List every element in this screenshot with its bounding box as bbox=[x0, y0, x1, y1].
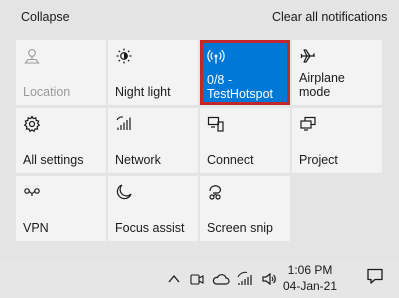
tile-location[interactable]: Location bbox=[16, 40, 106, 105]
tile-mobile-hotspot-label: 0/8 - TestHotspot bbox=[207, 73, 286, 101]
location-icon bbox=[22, 46, 42, 66]
taskbar: 1:06 PM 04-Jan-21 bbox=[0, 259, 399, 298]
action-center-icon bbox=[366, 267, 384, 290]
tile-screen-snip[interactable]: Screen snip bbox=[200, 176, 290, 241]
quick-actions-grid: Location Night light 0/8 - TestHotspot A… bbox=[16, 40, 382, 241]
taskbar-clock[interactable]: 1:06 PM 04-Jan-21 bbox=[282, 262, 338, 294]
tile-project-label: Project bbox=[299, 153, 338, 167]
action-center-panel: Collapse Clear all notifications Locatio… bbox=[0, 0, 399, 259]
tile-connect[interactable]: Connect bbox=[200, 108, 290, 173]
clock-date: 04-Jan-21 bbox=[282, 279, 338, 293]
tile-vpn-label: VPN bbox=[23, 221, 49, 235]
screen-snip-icon bbox=[206, 182, 226, 202]
hotspot-network-name: TestHotspot bbox=[207, 87, 274, 101]
tile-project[interactable]: Project bbox=[292, 108, 382, 173]
tile-network[interactable]: Network bbox=[108, 108, 198, 173]
tile-airplane-mode-label: Airplane mode bbox=[299, 71, 345, 99]
hotspot-icon bbox=[206, 46, 226, 66]
tile-mobile-hotspot[interactable]: 0/8 - TestHotspot bbox=[200, 40, 290, 105]
collapse-link[interactable]: Collapse bbox=[21, 10, 70, 24]
vpn-icon bbox=[22, 182, 42, 202]
tile-vpn[interactable]: VPN bbox=[16, 176, 106, 241]
tile-all-settings[interactable]: All settings bbox=[16, 108, 106, 173]
action-center-button[interactable] bbox=[350, 259, 399, 298]
moon-icon bbox=[114, 182, 134, 202]
tile-focus-assist[interactable]: Focus assist bbox=[108, 176, 198, 241]
wifi-icon[interactable] bbox=[236, 269, 256, 289]
airplane-icon bbox=[298, 46, 318, 66]
chevron-up-icon[interactable] bbox=[164, 269, 184, 289]
night-light-icon bbox=[114, 46, 134, 66]
onedrive-cloud-icon[interactable] bbox=[211, 269, 231, 289]
clear-all-notifications-link[interactable]: Clear all notifications bbox=[272, 10, 387, 24]
connect-icon bbox=[206, 114, 226, 134]
gear-icon bbox=[22, 114, 42, 134]
tile-night-light[interactable]: Night light bbox=[108, 40, 198, 105]
project-icon bbox=[298, 114, 318, 134]
tile-connect-label: Connect bbox=[207, 153, 254, 167]
volume-icon[interactable] bbox=[259, 269, 279, 289]
tile-focus-assist-label: Focus assist bbox=[115, 221, 185, 235]
tile-airplane-mode[interactable]: Airplane mode bbox=[292, 40, 382, 105]
tile-all-settings-label: All settings bbox=[23, 153, 84, 167]
meet-now-icon[interactable] bbox=[187, 269, 207, 289]
clock-time: 1:06 PM bbox=[287, 263, 333, 277]
tile-night-light-label: Night light bbox=[115, 85, 171, 99]
empty-tile-slot bbox=[292, 176, 382, 241]
tile-location-label: Location bbox=[23, 85, 71, 99]
network-icon bbox=[114, 114, 134, 134]
hotspot-connection-count: 0/8 - bbox=[207, 73, 233, 87]
tile-screen-snip-label: Screen snip bbox=[207, 221, 274, 235]
tile-network-label: Network bbox=[115, 153, 161, 167]
